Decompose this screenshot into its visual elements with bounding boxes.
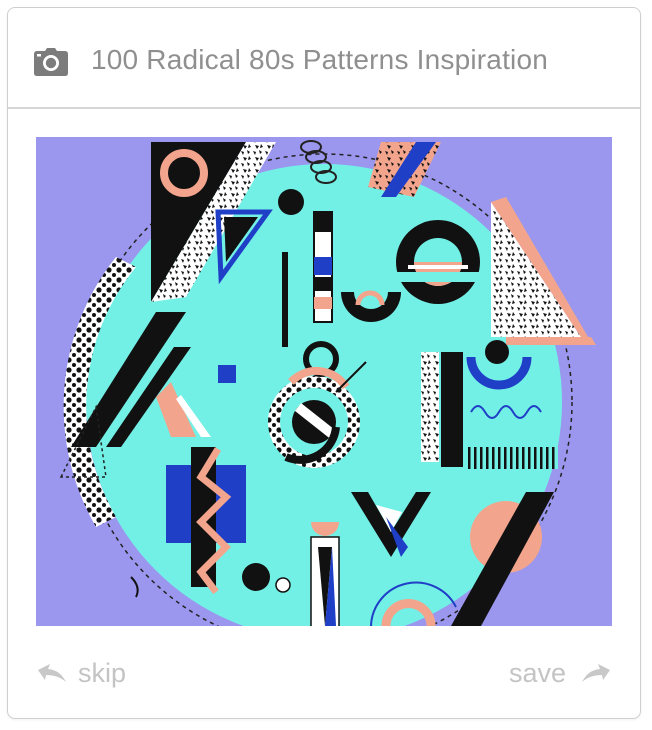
save-button[interactable]: save	[509, 658, 612, 689]
pin-card: 100 Radical 80s Patterns Inspiration ski…	[7, 7, 641, 719]
save-label: save	[509, 658, 567, 688]
arrow-forward-icon	[582, 663, 611, 682]
card-title: 100 Radical 80s Patterns Inspiration	[91, 44, 549, 75]
camera-icon	[34, 48, 68, 76]
arrow-back-icon	[38, 663, 66, 682]
skip-button[interactable]: skip	[36, 658, 126, 689]
card-header: 100 Radical 80s Patterns Inspiration	[8, 8, 640, 109]
memphis-pattern-art	[59, 140, 596, 626]
pin-image[interactable]	[36, 137, 612, 626]
skip-label: skip	[78, 658, 127, 688]
